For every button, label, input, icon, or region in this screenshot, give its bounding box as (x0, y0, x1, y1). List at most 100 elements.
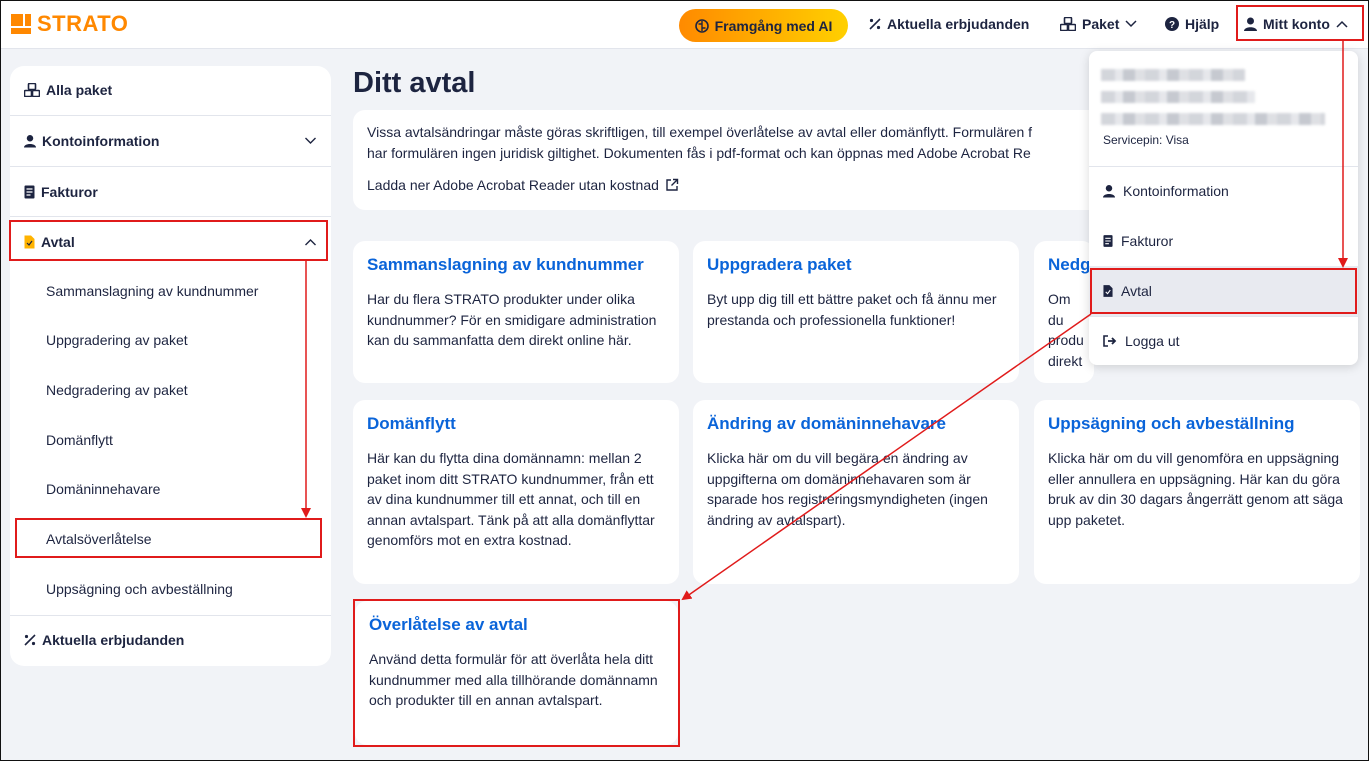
sidebar-sub-upgrade-package[interactable]: Uppgradering av paket (46, 332, 188, 348)
card-body: Använd detta formulär för att överlåta h… (369, 651, 658, 708)
chevron-down-icon (1125, 20, 1137, 28)
sidebar-divider (10, 615, 331, 616)
sidebar-sub-cancellation[interactable]: Uppsägning och avbeställning (46, 581, 233, 597)
dropdown-item-label: Fakturor (1121, 233, 1174, 249)
sidebar-item-contract[interactable]: Avtal (10, 230, 331, 254)
contract-file-icon (24, 235, 35, 249)
info-text: Vissa avtalsändringar måste göras skrift… (367, 122, 1113, 164)
card-title: Uppgradera paket (707, 255, 852, 274)
sidebar-sub-contract-transfer[interactable]: Avtalsöverlåtelse (46, 531, 152, 547)
logout-icon (1103, 335, 1117, 347)
nav-packages[interactable]: Paket (1060, 16, 1137, 32)
help-icon: ? (1165, 17, 1179, 31)
user-icon (1244, 17, 1257, 31)
card-title: Domänflytt (367, 414, 456, 433)
sidebar-item-invoices[interactable]: Fakturor (10, 180, 331, 204)
strato-logo-icon (11, 14, 31, 34)
top-header: STRATO Framgång med AI Aktuella erbjudan… (1, 1, 1368, 49)
user-icon (1103, 185, 1115, 198)
sidebar-sub-domain-holder[interactable]: Domäninnehavare (46, 481, 160, 497)
page-title: Ditt avtal (353, 67, 476, 99)
svg-text:?: ? (1169, 20, 1175, 31)
card-upgrade-package[interactable]: Uppgradera paket Byt upp dig till ett bä… (693, 241, 1019, 383)
sidebar-item-label: Alla paket (46, 82, 113, 98)
card-body: Byt upp dig till ett bättre paket och få… (707, 291, 997, 328)
sidebar-item-label: Kontoinformation (42, 133, 160, 149)
chevron-up-icon (1336, 20, 1348, 28)
nav-my-account[interactable]: Mitt konto (1244, 16, 1348, 32)
ai-success-label: Framgång med AI (714, 17, 833, 34)
card-merge-customer-numbers[interactable]: Sammanslagning av kundnummer Har du fler… (353, 241, 679, 383)
card-title: Överlåtelse av avtal (369, 615, 528, 634)
dropdown-item-invoices[interactable]: Fakturor (1089, 216, 1358, 266)
card-title: Uppsägning och avbeställning (1048, 414, 1295, 433)
info-text-line: har formulären ingen juridisk giltighet.… (367, 145, 1031, 161)
redacted-customer-number (1101, 113, 1325, 125)
chevron-up-icon (305, 239, 316, 246)
redacted-name (1101, 69, 1245, 81)
sidebar: Alla paket Kontoinformation Fakturor Avt… (10, 66, 331, 666)
sidebar-item-account-info[interactable]: Kontoinformation (10, 129, 331, 153)
card-body-line: direkt (1048, 352, 1083, 369)
redacted-address (1101, 91, 1255, 103)
servicepin-show-link[interactable]: Visa (1166, 133, 1189, 147)
dropdown-item-logout[interactable]: Logga ut (1089, 316, 1358, 366)
card-downgrade-package[interactable]: Nedg Om du produ direkt (1034, 241, 1094, 383)
servicepin-label: Servicepin: (1103, 133, 1163, 147)
ai-success-button[interactable]: Framgång med AI (679, 9, 848, 42)
dropdown-item-account-info[interactable]: Kontoinformation (1089, 166, 1358, 216)
card-body: Här kan du flytta dina domännamn: mellan… (367, 450, 655, 548)
sidebar-divider (10, 115, 331, 116)
brain-icon (694, 18, 709, 33)
nav-help[interactable]: ? Hjälp (1165, 16, 1219, 32)
card-body: Har du flera STRATO produkter under olik… (367, 291, 657, 348)
dropdown-item-contract[interactable]: Avtal (1089, 266, 1358, 316)
user-icon (24, 135, 36, 148)
sidebar-sub-domain-transfer[interactable]: Domänflytt (46, 432, 113, 448)
strato-logo[interactable]: STRATO (11, 11, 128, 37)
sidebar-divider (10, 166, 331, 167)
nav-help-label: Hjälp (1185, 16, 1220, 32)
card-domain-holder-change[interactable]: Ändring av domäninnehavare Klicka här om… (693, 400, 1019, 584)
nav-current-offers[interactable]: Aktuella erbjudanden (869, 16, 1029, 32)
acrobat-download-label: Ladda ner Adobe Acrobat Reader utan kost… (367, 177, 659, 193)
info-box: Vissa avtalsändringar måste göras skrift… (353, 110, 1113, 210)
info-text-line: Vissa avtalsändringar måste göras skrift… (367, 124, 1033, 140)
sidebar-item-all-packages[interactable]: Alla paket (10, 78, 331, 102)
card-cancellation[interactable]: Uppsägning och avbeställning Klicka här … (1034, 400, 1360, 584)
card-body: Klicka här om du vill begära en ändring … (707, 450, 988, 528)
cubes-icon (1060, 17, 1076, 31)
sidebar-sub-downgrade-package[interactable]: Nedgradering av paket (46, 382, 188, 398)
sidebar-divider (10, 216, 331, 217)
sidebar-item-label: Aktuella erbjudanden (42, 632, 185, 648)
servicepin-row: Servicepin: Visa (1103, 133, 1189, 147)
nav-packages-label: Paket (1082, 16, 1120, 32)
card-contract-transfer[interactable]: Överlåtelse av avtal Använd detta formul… (355, 601, 678, 745)
card-title: Sammanslagning av kundnummer (367, 255, 644, 274)
acrobat-download-link[interactable]: Ladda ner Adobe Acrobat Reader utan kost… (367, 177, 679, 193)
card-body-line: Om du (1048, 291, 1071, 328)
percent-icon (24, 634, 36, 646)
cubes-icon (24, 83, 40, 97)
card-title: Ändring av domäninnehavare (707, 414, 946, 433)
dropdown-item-label: Kontoinformation (1123, 183, 1229, 199)
contract-file-icon (1103, 285, 1113, 297)
card-domain-transfer[interactable]: Domänflytt Här kan du flytta dina domänn… (353, 400, 679, 584)
dropdown-item-label: Avtal (1121, 283, 1152, 299)
invoice-icon (1103, 235, 1113, 247)
dropdown-item-label: Logga ut (1125, 333, 1180, 349)
sidebar-item-label: Avtal (41, 234, 75, 250)
sidebar-sub-merge-customer-numbers[interactable]: Sammanslagning av kundnummer (46, 283, 258, 299)
card-body-line: produ (1048, 332, 1084, 348)
strato-logo-text: STRATO (37, 11, 129, 36)
invoice-icon (24, 185, 35, 199)
chevron-down-icon (305, 137, 316, 144)
sidebar-item-label: Fakturor (41, 184, 98, 200)
nav-my-account-label: Mitt konto (1263, 16, 1330, 32)
percent-icon (869, 18, 881, 30)
sidebar-item-current-offers[interactable]: Aktuella erbjudanden (10, 628, 331, 652)
external-link-icon (666, 178, 679, 191)
card-body: Om du produ direkt (1048, 289, 1084, 371)
card-body: Klicka här om du vill genomföra en uppsä… (1048, 450, 1343, 528)
nav-current-offers-label: Aktuella erbjudanden (887, 16, 1030, 32)
